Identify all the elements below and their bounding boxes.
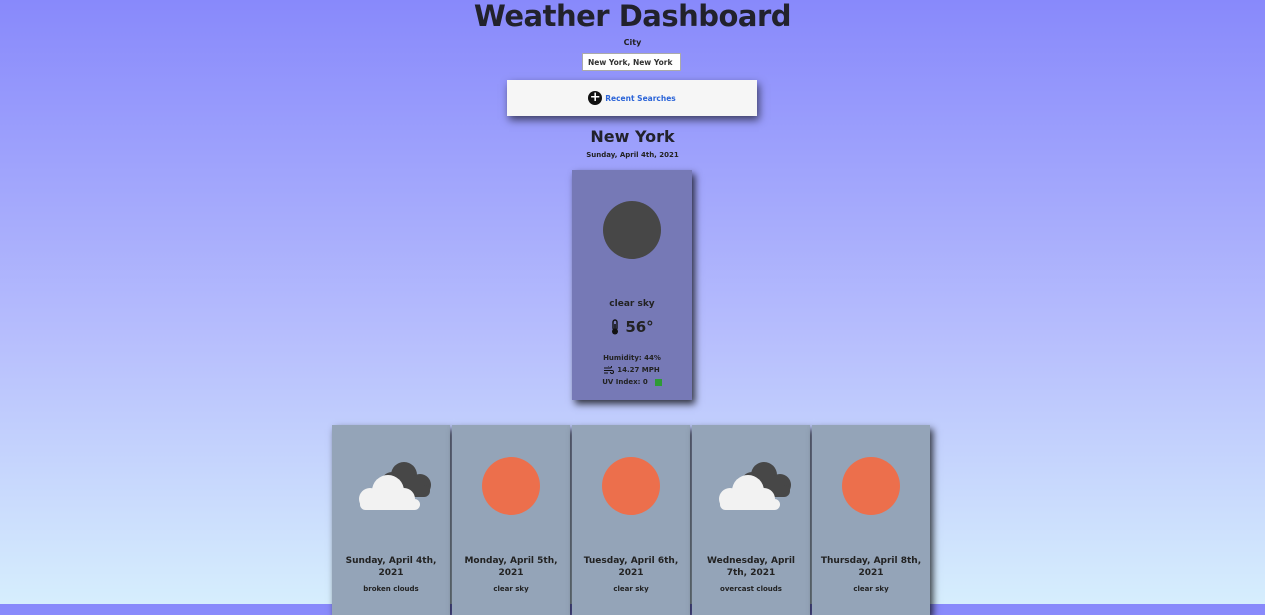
uv-indicator <box>654 378 662 386</box>
forecast-card: Thursday, April 8th, 2021 clear sky <box>812 425 930 615</box>
wind-icon <box>604 366 615 374</box>
forecast-description: overcast clouds <box>720 585 782 593</box>
current-date: Sunday, April 4th, 2021 <box>586 151 679 159</box>
forecast-description: clear sky <box>493 585 529 593</box>
forecast-date: Sunday, April 4th, 2021 <box>345 556 437 578</box>
forecast-date: Thursday, April 8th, 2021 <box>820 556 922 578</box>
page-title: Weather Dashboard <box>473 0 792 33</box>
recent-searches-label: Recent Searches <box>605 93 676 103</box>
thermometer-icon <box>612 319 619 335</box>
forecast-date: Wednesday, April 7th, 2021 <box>707 556 795 578</box>
forecast-card: Sunday, April 4th, 2021 broken clouds <box>332 425 450 615</box>
forecast-description: clear sky <box>613 585 649 593</box>
current-city-name: New York <box>590 127 675 146</box>
forecast-date: Tuesday, April 6th, 2021 <box>583 556 679 578</box>
wind-text: 14.27 MPH <box>617 366 660 374</box>
temperature-row: 56° <box>572 318 692 336</box>
current-temperature: 56° <box>625 318 654 336</box>
current-description: clear sky <box>609 299 655 309</box>
city-search-input[interactable] <box>582 53 681 71</box>
humidity-line: Humidity: 44% <box>572 354 692 362</box>
current-weather-card: clear sky 56° Humidity: 44% 14.27 MPH UV… <box>572 170 692 400</box>
uv-line: UV Index: 0 <box>572 378 692 386</box>
cloud-icon <box>359 462 431 510</box>
forecast-card: Monday, April 5th, 2021 clear sky <box>452 425 570 615</box>
sun-icon <box>602 457 660 515</box>
cloud-icon <box>719 462 791 510</box>
forecast-description: clear sky <box>853 585 889 593</box>
forecast-card: Wednesday, April 7th, 2021 overcast cloud… <box>692 425 810 615</box>
forecast-description: broken clouds <box>363 585 419 593</box>
wind-line: 14.27 MPH <box>572 366 692 374</box>
uv-text: UV Index: 0 <box>602 378 648 386</box>
city-label: City <box>623 38 642 47</box>
sun-icon <box>482 457 540 515</box>
recent-searches-button[interactable]: + Recent Searches <box>507 80 757 116</box>
forecast-card: Tuesday, April 6th, 2021 clear sky <box>572 425 690 615</box>
sun-icon <box>842 457 900 515</box>
moon-icon <box>603 201 661 259</box>
forecast-date: Monday, April 5th, 2021 <box>464 556 558 578</box>
humidity-text: Humidity: 44% <box>603 354 661 362</box>
plus-circle-icon: + <box>588 90 603 105</box>
